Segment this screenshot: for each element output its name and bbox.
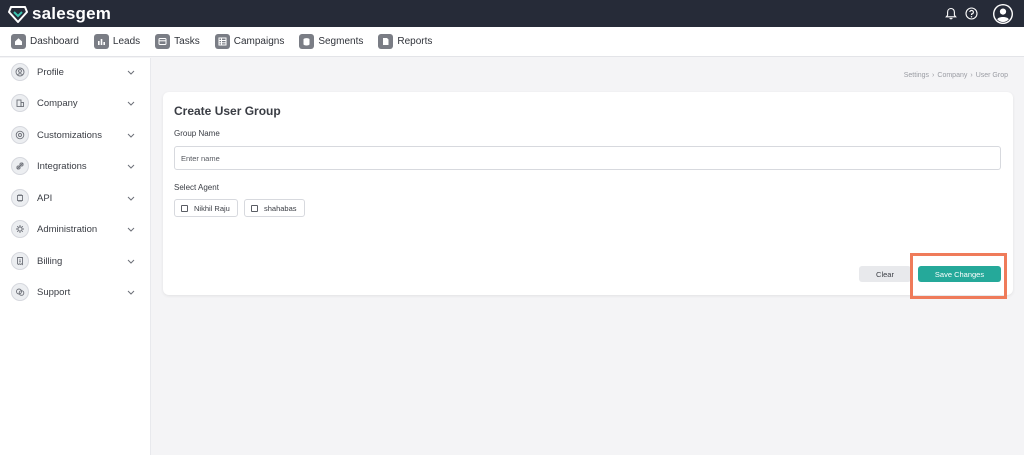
sidebar-item-company[interactable]: Company xyxy=(11,93,136,113)
chevron-down-icon xyxy=(126,130,136,140)
leads-icon xyxy=(93,34,109,49)
breadcrumb-current: User Grop xyxy=(975,72,1008,79)
chevron-down-icon xyxy=(126,224,136,234)
breadcrumb-separator: › xyxy=(970,72,973,79)
agent-label: shahabas xyxy=(264,203,297,213)
sidebar-item-label: Administration xyxy=(37,223,98,235)
sidebar-item-label: Integrations xyxy=(37,160,87,172)
brand-name: salesgem xyxy=(32,3,112,23)
gem-icon xyxy=(8,5,28,23)
select-agent-label: Select Agent xyxy=(174,183,219,192)
sidebar-item-profile[interactable]: Profile xyxy=(11,62,136,82)
nav-item-leads[interactable]: Leads xyxy=(93,34,141,49)
sidebar-item-customizations[interactable]: Customizations xyxy=(11,125,136,145)
nav-item-dashboard[interactable]: Dashboard xyxy=(11,34,79,49)
administration-icon xyxy=(11,220,29,238)
chevron-down-icon xyxy=(126,67,136,77)
page-title: Create User Group xyxy=(174,104,281,118)
company-icon xyxy=(11,94,29,112)
sidebar-item-label: Support xyxy=(37,286,71,298)
agent-option-nikhil-raju[interactable]: Nikhil Raju xyxy=(174,199,238,217)
reports-icon xyxy=(378,34,394,49)
top-bar: salesgem xyxy=(0,0,1024,27)
sidebar-item-billing[interactable]: Billing xyxy=(11,251,136,271)
nav-item-campaigns[interactable]: Campaigns xyxy=(214,34,285,49)
breadcrumb-settings[interactable]: Settings xyxy=(904,72,929,79)
create-user-group-card: Create User Group Group Name Select Agen… xyxy=(163,92,1013,295)
bell-icon[interactable] xyxy=(945,7,957,20)
sidebar-item-integrations[interactable]: Integrations xyxy=(11,156,136,176)
nav-label: Tasks xyxy=(174,36,200,47)
billing-icon xyxy=(11,252,29,270)
profile-icon xyxy=(11,63,29,81)
segments-icon xyxy=(299,34,315,49)
main-nav: Dashboard Leads Tasks Campaigns Segments… xyxy=(0,27,1024,57)
nav-label: Dashboard xyxy=(30,36,79,47)
nav-label: Leads xyxy=(112,36,141,47)
help-icon[interactable] xyxy=(965,7,978,20)
group-name-label: Group Name xyxy=(174,129,220,138)
integrations-icon xyxy=(11,157,29,175)
sidebar-item-label: Company xyxy=(37,97,78,109)
header-actions xyxy=(937,0,1014,27)
chevron-down-icon xyxy=(126,161,136,171)
agent-checkbox[interactable] xyxy=(181,204,188,212)
nav-item-tasks[interactable]: Tasks xyxy=(155,34,200,49)
support-icon xyxy=(11,283,29,301)
agent-label: Nikhil Raju xyxy=(194,203,230,213)
sidebar-item-label: Customizations xyxy=(37,129,102,141)
breadcrumb: Settings › Company › User Grop xyxy=(901,72,1008,79)
nav-item-reports[interactable]: Reports xyxy=(378,34,432,49)
clear-button[interactable]: Clear xyxy=(859,266,911,282)
api-icon xyxy=(11,189,29,207)
user-avatar-icon[interactable] xyxy=(992,3,1014,25)
save-changes-button[interactable]: Save Changes xyxy=(918,266,1001,282)
campaigns-icon xyxy=(214,34,230,49)
group-name-input[interactable] xyxy=(174,146,1001,170)
breadcrumb-separator: › xyxy=(932,72,935,79)
customizations-icon xyxy=(11,126,29,144)
chevron-down-icon xyxy=(126,98,136,108)
breadcrumb-company[interactable]: Company xyxy=(937,72,967,79)
sidebar-item-label: API xyxy=(37,192,53,204)
nav-label: Campaigns xyxy=(233,36,285,47)
chevron-down-icon xyxy=(126,256,136,266)
sidebar-item-api[interactable]: API xyxy=(11,188,136,208)
tasks-icon xyxy=(155,34,171,49)
chevron-down-icon xyxy=(126,193,136,203)
agent-checkbox[interactable] xyxy=(251,204,258,212)
sidebar-item-label: Billing xyxy=(37,255,63,267)
brand-logo[interactable]: salesgem xyxy=(8,4,111,24)
sidebar-item-label: Profile xyxy=(37,66,64,78)
sidebar-item-administration[interactable]: Administration xyxy=(11,219,136,239)
settings-sidebar: Profile Company Customizations Integrati… xyxy=(0,58,151,455)
sidebar-item-support[interactable]: Support xyxy=(11,282,136,302)
agent-option-shahabas[interactable]: shahabas xyxy=(244,199,305,217)
home-icon xyxy=(11,34,26,49)
nav-item-segments[interactable]: Segments xyxy=(299,34,363,49)
nav-label: Reports xyxy=(397,36,433,47)
chevron-down-icon xyxy=(126,287,136,297)
nav-label: Segments xyxy=(318,36,364,47)
